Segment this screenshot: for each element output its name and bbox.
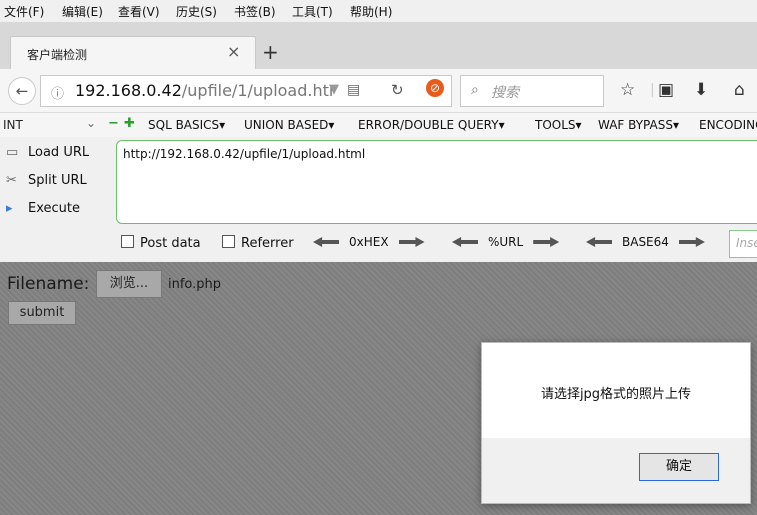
search-placeholder: 搜索	[491, 85, 519, 101]
submit-button[interactable]: submit	[8, 301, 76, 325]
ok-button[interactable]: 确定	[639, 453, 719, 481]
referrer-label: Referrer	[241, 236, 294, 251]
arrow-right-icon[interactable]	[678, 237, 705, 247]
url-text: 192.168.0.42/upfile/1/upload.htr	[75, 81, 336, 100]
insert-input[interactable]: Insert	[729, 230, 757, 258]
load-url-button[interactable]: ▭ Load URL	[6, 145, 89, 160]
url-textarea[interactable]: http://192.168.0.42/upfile/1/upload.html	[116, 140, 757, 224]
tab-title: 客户端检测	[27, 48, 88, 62]
arrow-right-icon[interactable]	[533, 237, 560, 247]
load-url-label: Load URL	[28, 145, 90, 160]
home-icon[interactable]: ⌂	[734, 80, 745, 100]
chevron-down-icon[interactable]: ⌄	[86, 116, 96, 130]
url-enc-label: %URL	[488, 235, 524, 249]
execute-button[interactable]: ▸ Execute	[6, 201, 80, 216]
checkbox-icon	[222, 235, 235, 248]
hex-encoder: 0xHEX	[313, 235, 425, 249]
menu-edit[interactable]: 编辑(E)	[62, 3, 103, 20]
menu-help[interactable]: 帮助(H)	[350, 3, 392, 20]
arrow-left-icon[interactable]	[452, 237, 478, 247]
execute-label: Execute	[28, 201, 80, 216]
menu-union-based[interactable]: UNION BASED▾	[244, 118, 334, 132]
arrow-right-icon[interactable]	[398, 237, 425, 247]
url-textarea-value: http://192.168.0.42/upfile/1/upload.html	[123, 147, 366, 161]
menu-error-double-query[interactable]: ERROR/DOUBLE QUERY▾	[358, 118, 505, 132]
menu-bar: 文件(F) 编辑(E) 查看(V) 历史(S) 书签(B) 工具(T) 帮助(H…	[0, 0, 757, 22]
play-icon: ▸	[6, 201, 13, 216]
insert-placeholder: Insert	[736, 236, 757, 250]
url-encoder: %URL	[452, 235, 560, 249]
download-icon[interactable]: ⬇	[694, 80, 708, 100]
menu-sql-basics[interactable]: SQL BASICS▾	[148, 118, 225, 132]
tab-active[interactable]: 客户端检测 ×	[10, 36, 256, 70]
menu-tools[interactable]: 工具(T)	[292, 3, 333, 20]
new-tab-button[interactable]: +	[262, 40, 279, 64]
split-url-button[interactable]: ✂ Split URL	[6, 173, 87, 188]
scissors-icon: ✂	[6, 173, 17, 188]
minus-icon[interactable]: −	[108, 116, 119, 131]
dialog-body: 请选择jpg格式的照片上传	[482, 343, 750, 438]
filename-label: Filename:	[7, 274, 90, 294]
menu-file[interactable]: 文件(F)	[4, 3, 44, 20]
menu-history[interactable]: 历史(S)	[176, 3, 217, 20]
chevron-down-icon[interactable]: ▼	[329, 82, 339, 97]
reader-view-icon[interactable]: ▤	[347, 82, 360, 98]
bookmark-star-icon[interactable]: ☆	[620, 80, 635, 100]
search-input[interactable]: ⌕ 搜索	[460, 75, 604, 107]
back-icon[interactable]: ←	[8, 77, 36, 105]
base64-label: BASE64	[622, 235, 669, 249]
post-data-label: Post data	[140, 236, 201, 251]
checkbox-icon	[121, 235, 134, 248]
noscript-icon[interactable]: ⊘	[426, 79, 444, 97]
close-icon[interactable]: ×	[227, 42, 240, 61]
arrow-left-icon[interactable]	[313, 237, 339, 247]
load-url-icon: ▭	[6, 145, 19, 160]
base64-encoder: BASE64	[586, 235, 705, 249]
menu-bookmarks[interactable]: 书签(B)	[234, 3, 276, 20]
menu-encoding[interactable]: ENCODING	[699, 118, 757, 132]
menu-waf-bypass[interactable]: WAF BYPASS▾	[598, 118, 679, 132]
reload-icon[interactable]: ↻	[391, 81, 404, 99]
split-url-label: Split URL	[28, 173, 87, 188]
browse-button[interactable]: 浏览...	[96, 270, 162, 298]
url-bar[interactable]: ⓘ 192.168.0.42/upfile/1/upload.htr ▼ ▤ ↻	[40, 75, 452, 107]
dialog-message: 请选择jpg格式的照片上传	[540, 387, 692, 402]
int-select[interactable]: INT	[3, 118, 23, 132]
arrow-left-icon[interactable]	[586, 237, 612, 247]
divider: |	[650, 82, 655, 98]
search-icon: ⌕	[471, 82, 479, 98]
menu-tools-hackbar[interactable]: TOOLS▾	[535, 118, 582, 132]
selected-file-name: info.php	[168, 277, 222, 292]
referrer-checkbox[interactable]: Referrer	[222, 235, 294, 251]
post-data-checkbox[interactable]: Post data	[121, 235, 201, 251]
alert-dialog: 请选择jpg格式的照片上传 确定	[481, 342, 751, 504]
hex-label: 0xHEX	[349, 235, 389, 249]
plus-icon[interactable]: ✚	[124, 116, 135, 131]
reading-list-icon[interactable]: ▣	[658, 80, 674, 100]
info-icon[interactable]: ⓘ	[51, 83, 64, 102]
menu-view[interactable]: 查看(V)	[118, 3, 160, 20]
